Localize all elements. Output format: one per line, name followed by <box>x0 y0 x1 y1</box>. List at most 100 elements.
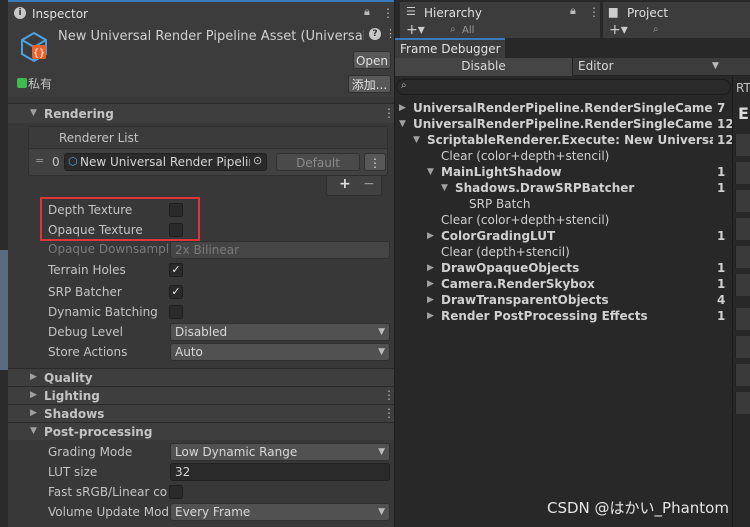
more-menu-icon[interactable]: ⋮ <box>588 5 600 19</box>
create-icon[interactable]: +▾ <box>406 22 425 38</box>
collapsed-icon[interactable]: ▶ <box>427 292 434 308</box>
debug-level-label: Debug Level <box>48 325 123 339</box>
fd-search-field[interactable]: ⌕ <box>396 79 731 95</box>
debug-level-value: Disabled <box>175 325 228 339</box>
drag-handle-icon[interactable]: = <box>35 154 44 167</box>
search-icon: ⌕ <box>450 24 456 35</box>
tab-hierarchy-label: Hierarchy <box>424 6 483 20</box>
collapsed-icon[interactable]: ▶ <box>427 308 434 324</box>
tab-project[interactable]: ▆ Project <box>603 2 750 24</box>
event-tree-row[interactable]: ▼ MainLightShadow 1 <box>395 164 732 180</box>
event-count: 1 <box>717 277 726 291</box>
target-value: Editor <box>578 59 614 73</box>
section-post-processing[interactable]: ▼ Post-processing <box>8 422 394 440</box>
event-tree-row[interactable]: ▶ Render PostProcessing Effects 1 <box>395 308 732 324</box>
dynamic-batching-checkbox[interactable] <box>169 305 183 319</box>
event-tree-row[interactable]: ▶ ColorGradingLUT 1 <box>395 228 732 244</box>
list-buttons: + − <box>326 176 382 196</box>
event-tree-row[interactable]: ▶ UniversalRenderPipeline.RenderSingleCam… <box>395 100 732 116</box>
expand-icon: ▶ <box>30 390 37 400</box>
section-menu-icon[interactable]: ⋮ <box>383 406 395 420</box>
highlight-box <box>40 197 200 241</box>
event-tree-row[interactable]: ▶ DrawOpaqueObjects 1 <box>395 260 732 276</box>
section-menu-icon[interactable]: ⋮ <box>383 388 395 402</box>
expanded-icon[interactable]: ▼ <box>427 164 434 180</box>
section-quality[interactable]: ▶ Quality <box>8 368 394 386</box>
collapsed-icon[interactable]: ▶ <box>427 260 434 276</box>
expanded-icon[interactable]: ▼ <box>441 180 448 196</box>
private-checkbox[interactable] <box>17 78 27 88</box>
section-rendering[interactable]: ▼ Rendering ⋮ <box>8 103 395 123</box>
event-tree-label: DrawTransparentObjects <box>441 293 609 307</box>
fast-srgb-checkbox[interactable] <box>169 485 183 499</box>
chevron-down-icon: ▼ <box>378 507 385 517</box>
event-tree-label: Shadows.DrawSRPBatcher <box>455 181 635 195</box>
collapsed-icon[interactable]: ▶ <box>399 100 406 116</box>
event-tree-row[interactable]: ▶ Camera.RenderSkybox 1 <box>395 276 732 292</box>
tab-hierarchy[interactable]: ☰ Hierarchy 🔒︎ ⋮ <box>400 2 600 24</box>
side-block <box>735 274 750 296</box>
event-tree-label: Clear (depth+stencil) <box>441 245 570 259</box>
lock-icon[interactable]: 🔒︎ <box>570 4 576 18</box>
section-lighting[interactable]: ▶ Lighting ⋮ <box>8 386 395 404</box>
expand-icon: ▼ <box>30 108 37 118</box>
renderer-object-field[interactable]: ⬡ New Universal Render Pipeline ⊙ <box>64 153 267 171</box>
help-icon[interactable]: ? <box>369 28 381 40</box>
section-quality-label: Quality <box>44 371 93 385</box>
srp-batcher-checkbox[interactable]: ✓ <box>169 285 183 299</box>
object-picker-icon[interactable]: ⊙ <box>253 154 262 167</box>
event-count: 12 <box>717 133 732 147</box>
more-menu-icon[interactable]: ⋮ <box>382 6 394 20</box>
srp-batcher-label: SRP Batcher <box>48 285 122 299</box>
volume-update-mode-dropdown[interactable]: Every Frame ▼ <box>170 503 390 521</box>
fd-toolbar: Disable Editor ▼ <box>395 58 750 76</box>
disable-button[interactable]: Disable <box>395 58 573 76</box>
side-block <box>735 336 750 358</box>
add-button[interactable]: 添加... <box>348 75 391 93</box>
target-dropdown[interactable]: Editor ▼ <box>574 58 724 76</box>
lut-size-input[interactable]: 32 <box>170 463 390 481</box>
event-tree-row[interactable]: Clear (depth+stencil) <box>395 244 732 260</box>
event-tree-row[interactable]: ▼ ScriptableRenderer.Execute: New Univers… <box>395 132 732 148</box>
hierarchy-search-placeholder[interactable]: All <box>462 25 474 36</box>
dynamic-batching-label: Dynamic Batching <box>48 305 158 319</box>
debug-level-dropdown[interactable]: Disabled ▼ <box>170 323 390 341</box>
expanded-icon[interactable]: ▼ <box>399 116 406 132</box>
section-rendering-label: Rendering <box>44 107 114 121</box>
section-shadows[interactable]: ▶ Shadows ⋮ <box>8 404 395 422</box>
default-button[interactable]: Default <box>276 153 360 171</box>
side-block <box>735 308 750 330</box>
add-renderer-button[interactable]: + <box>339 176 351 192</box>
event-tree-row[interactable]: ▼ UniversalRenderPipeline.RenderSingleCam… <box>395 116 732 132</box>
expanded-icon[interactable]: ▼ <box>413 132 420 148</box>
svg-text:{}: {} <box>33 48 45 59</box>
terrain-holes-checkbox[interactable]: ✓ <box>169 263 183 277</box>
renderer-more-button[interactable]: ⋮ <box>364 153 386 171</box>
collapsed-icon[interactable]: ▶ <box>427 228 434 244</box>
event-tree-row[interactable]: Clear (color+depth+stencil) <box>395 148 732 164</box>
event-tree-row[interactable]: Clear (color+depth+stencil) <box>395 212 732 228</box>
tab-frame-debugger[interactable]: Frame Debugger <box>395 38 505 58</box>
event-tree-row[interactable]: ▶ DrawTransparentObjects 4 <box>395 292 732 308</box>
volume-update-mode-label: Volume Update Mode <box>48 505 168 519</box>
open-button[interactable]: Open <box>353 51 391 69</box>
info-icon: i <box>14 7 26 19</box>
collapsed-icon[interactable]: ▶ <box>427 276 434 292</box>
project-panel: ▆ Project +▾ ⌕ <box>603 0 750 40</box>
event-tree-label: ColorGradingLUT <box>441 229 556 243</box>
event-count: 1 <box>717 181 726 195</box>
create-icon[interactable]: +▾ <box>609 22 628 38</box>
grading-mode-label: Grading Mode <box>48 445 133 459</box>
event-tree-row[interactable]: ▼ Shadows.DrawSRPBatcher 1 <box>395 180 732 196</box>
lock-icon[interactable]: 🔒︎ <box>364 5 370 19</box>
store-actions-label: Store Actions <box>48 345 128 359</box>
frame-debugger-panel: Frame Debugger Disable Editor ▼ ⌕ RT ▶ Un… <box>395 38 750 527</box>
row-srp-batcher: SRP Batcher ✓ <box>8 282 394 302</box>
tab-inspector[interactable]: i Inspector 🔒︎ ⋮ <box>8 0 394 27</box>
grading-mode-dropdown[interactable]: Low Dynamic Range ▼ <box>170 443 390 461</box>
grading-mode-value: Low Dynamic Range <box>175 445 298 459</box>
section-menu-icon[interactable]: ⋮ <box>383 106 395 120</box>
remove-renderer-button[interactable]: − <box>363 176 375 192</box>
event-tree-row[interactable]: SRP Batch <box>395 196 732 212</box>
store-actions-dropdown[interactable]: Auto ▼ <box>170 343 390 361</box>
